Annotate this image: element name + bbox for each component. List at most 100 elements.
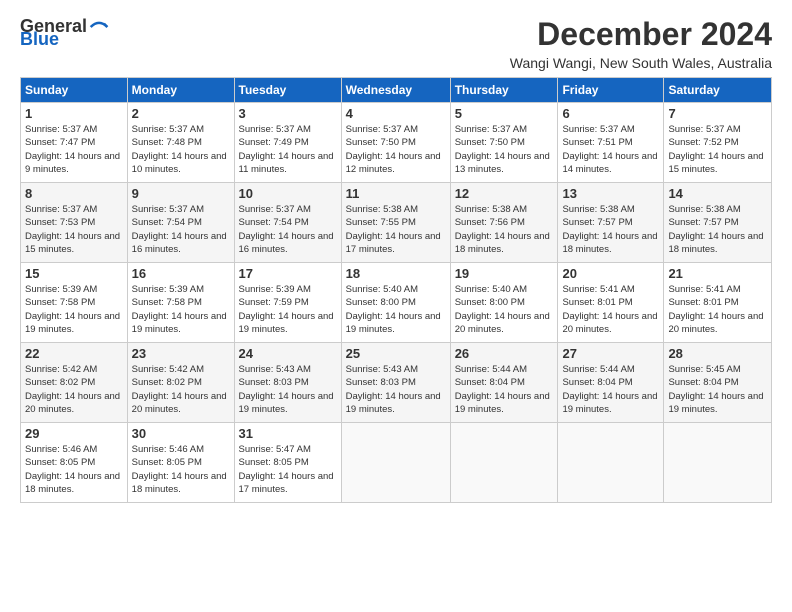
day-number: 8 xyxy=(25,186,123,201)
calendar-day-cell: 22Sunrise: 5:42 AMSunset: 8:02 PMDayligh… xyxy=(21,343,128,423)
day-number: 12 xyxy=(455,186,554,201)
day-info: Sunrise: 5:40 AMSunset: 8:00 PMDaylight:… xyxy=(346,283,446,336)
day-info: Sunrise: 5:39 AMSunset: 7:58 PMDaylight:… xyxy=(25,283,123,336)
day-number: 15 xyxy=(25,266,123,281)
day-info: Sunrise: 5:42 AMSunset: 8:02 PMDaylight:… xyxy=(132,363,230,416)
calendar-day-cell: 19 Sunrise: 5:40 AMSunset: 8:00 PMDayligh… xyxy=(450,263,558,343)
page: General Blue December 2024 Wangi Wangi, … xyxy=(0,0,792,612)
day-info: Sunrise: 5:37 AMSunset: 7:51 PMDaylight:… xyxy=(562,123,659,176)
day-number: 30 xyxy=(132,426,230,441)
day-info: Sunrise: 5:45 AMSunset: 8:04 PMDaylight:… xyxy=(668,363,767,416)
calendar-day-cell: 7 Sunrise: 5:37 AMSunset: 7:52 PMDaylight… xyxy=(664,103,772,183)
day-info: Sunrise: 5:41 AMSunset: 8:01 PMDaylight:… xyxy=(562,283,659,336)
calendar-day-cell: 28 Sunrise: 5:45 AMSunset: 8:04 PMDayligh… xyxy=(664,343,772,423)
calendar-day-cell: 8 Sunrise: 5:37 AMSunset: 7:53 PMDaylight… xyxy=(21,183,128,263)
calendar-day-cell xyxy=(558,423,664,503)
day-info: Sunrise: 5:43 AMSunset: 8:03 PMDaylight:… xyxy=(239,363,337,416)
day-info: Sunrise: 5:40 AMSunset: 8:00 PMDaylight:… xyxy=(455,283,554,336)
calendar-day-cell: 20 Sunrise: 5:41 AMSunset: 8:01 PMDayligh… xyxy=(558,263,664,343)
calendar-day-cell: 31 Sunrise: 5:47 AMSunset: 8:05 PMDayligh… xyxy=(234,423,341,503)
logo: General Blue xyxy=(20,16,109,50)
calendar-day-cell: 4Sunrise: 5:37 AMSunset: 7:50 PMDaylight… xyxy=(341,103,450,183)
calendar: Sunday Monday Tuesday Wednesday Thursday… xyxy=(20,77,772,503)
logo-icon xyxy=(89,17,109,37)
day-number: 23 xyxy=(132,346,230,361)
header-friday: Friday xyxy=(558,78,664,103)
day-info: Sunrise: 5:41 AMSunset: 8:01 PMDaylight:… xyxy=(668,283,767,336)
day-info: Sunrise: 5:38 AMSunset: 7:56 PMDaylight:… xyxy=(455,203,554,256)
day-number: 14 xyxy=(668,186,767,201)
day-info: Sunrise: 5:37 AMSunset: 7:49 PMDaylight:… xyxy=(239,123,337,176)
day-info: Sunrise: 5:37 AMSunset: 7:52 PMDaylight:… xyxy=(668,123,767,176)
day-number: 29 xyxy=(25,426,123,441)
calendar-day-cell: 21 Sunrise: 5:41 AMSunset: 8:01 PMDayligh… xyxy=(664,263,772,343)
day-number: 27 xyxy=(562,346,659,361)
day-number: 19 xyxy=(455,266,554,281)
calendar-day-cell: 27 Sunrise: 5:44 AMSunset: 8:04 PMDayligh… xyxy=(558,343,664,423)
header-sunday: Sunday xyxy=(21,78,128,103)
day-number: 5 xyxy=(455,106,554,121)
day-number: 13 xyxy=(562,186,659,201)
calendar-header-row: Sunday Monday Tuesday Wednesday Thursday… xyxy=(21,78,772,103)
day-info: Sunrise: 5:38 AMSunset: 7:55 PMDaylight:… xyxy=(346,203,446,256)
location-title: Wangi Wangi, New South Wales, Australia xyxy=(510,55,772,71)
day-info: Sunrise: 5:44 AMSunset: 8:04 PMDaylight:… xyxy=(455,363,554,416)
day-number: 17 xyxy=(239,266,337,281)
day-number: 18 xyxy=(346,266,446,281)
header-wednesday: Wednesday xyxy=(341,78,450,103)
calendar-day-cell: 11 Sunrise: 5:38 AMSunset: 7:55 PMDayligh… xyxy=(341,183,450,263)
header: General Blue December 2024 Wangi Wangi, … xyxy=(20,16,772,71)
calendar-day-cell: 13 Sunrise: 5:38 AMSunset: 7:57 PMDayligh… xyxy=(558,183,664,263)
day-number: 28 xyxy=(668,346,767,361)
header-tuesday: Tuesday xyxy=(234,78,341,103)
calendar-day-cell: 30 Sunrise: 5:46 AMSunset: 8:05 PMDayligh… xyxy=(127,423,234,503)
calendar-day-cell: 10 Sunrise: 5:37 AMSunset: 7:54 PMDayligh… xyxy=(234,183,341,263)
day-info: Sunrise: 5:37 AMSunset: 7:54 PMDaylight:… xyxy=(239,203,337,256)
calendar-day-cell: 3 Sunrise: 5:37 AMSunset: 7:49 PMDaylight… xyxy=(234,103,341,183)
calendar-body: 1 Sunrise: 5:37 AMSunset: 7:47 PMDaylight… xyxy=(21,103,772,503)
calendar-week-row: 1 Sunrise: 5:37 AMSunset: 7:47 PMDaylight… xyxy=(21,103,772,183)
logo-blue: Blue xyxy=(20,29,59,50)
day-number: 25 xyxy=(346,346,446,361)
calendar-day-cell: 2 Sunrise: 5:37 AMSunset: 7:48 PMDaylight… xyxy=(127,103,234,183)
calendar-day-cell: 25 Sunrise: 5:43 AMSunset: 8:03 PMDayligh… xyxy=(341,343,450,423)
day-info: Sunrise: 5:39 AMSunset: 7:58 PMDaylight:… xyxy=(132,283,230,336)
day-info: Sunrise: 5:44 AMSunset: 8:04 PMDaylight:… xyxy=(562,363,659,416)
calendar-day-cell: 1 Sunrise: 5:37 AMSunset: 7:47 PMDaylight… xyxy=(21,103,128,183)
day-number: 1 xyxy=(25,106,123,121)
day-info: Sunrise: 5:42 AMSunset: 8:02 PMDaylight:… xyxy=(25,363,123,416)
day-number: 24 xyxy=(239,346,337,361)
calendar-week-row: 22Sunrise: 5:42 AMSunset: 8:02 PMDayligh… xyxy=(21,343,772,423)
day-info: Sunrise: 5:47 AMSunset: 8:05 PMDaylight:… xyxy=(239,443,337,496)
day-info: Sunrise: 5:37 AMSunset: 7:54 PMDaylight:… xyxy=(132,203,230,256)
calendar-day-cell: 18 Sunrise: 5:40 AMSunset: 8:00 PMDayligh… xyxy=(341,263,450,343)
day-info: Sunrise: 5:46 AMSunset: 8:05 PMDaylight:… xyxy=(132,443,230,496)
calendar-day-cell: 12 Sunrise: 5:38 AMSunset: 7:56 PMDayligh… xyxy=(450,183,558,263)
calendar-day-cell: 23 Sunrise: 5:42 AMSunset: 8:02 PMDayligh… xyxy=(127,343,234,423)
day-number: 21 xyxy=(668,266,767,281)
calendar-day-cell xyxy=(341,423,450,503)
calendar-day-cell: 5 Sunrise: 5:37 AMSunset: 7:50 PMDaylight… xyxy=(450,103,558,183)
day-info: Sunrise: 5:37 AMSunset: 7:53 PMDaylight:… xyxy=(25,203,123,256)
calendar-day-cell: 24 Sunrise: 5:43 AMSunset: 8:03 PMDayligh… xyxy=(234,343,341,423)
day-number: 11 xyxy=(346,186,446,201)
day-info: Sunrise: 5:37 AMSunset: 7:48 PMDaylight:… xyxy=(132,123,230,176)
day-number: 31 xyxy=(239,426,337,441)
day-info: Sunrise: 5:37 AMSunset: 7:50 PMDaylight:… xyxy=(455,123,554,176)
day-info: Sunrise: 5:39 AMSunset: 7:59 PMDaylight:… xyxy=(239,283,337,336)
day-number: 16 xyxy=(132,266,230,281)
day-number: 26 xyxy=(455,346,554,361)
day-number: 10 xyxy=(239,186,337,201)
day-info: Sunrise: 5:43 AMSunset: 8:03 PMDaylight:… xyxy=(346,363,446,416)
day-number: 20 xyxy=(562,266,659,281)
day-number: 2 xyxy=(132,106,230,121)
day-info: Sunrise: 5:38 AMSunset: 7:57 PMDaylight:… xyxy=(562,203,659,256)
day-info: Sunrise: 5:38 AMSunset: 7:57 PMDaylight:… xyxy=(668,203,767,256)
day-info: Sunrise: 5:37 AMSunset: 7:47 PMDaylight:… xyxy=(25,123,123,176)
day-number: 3 xyxy=(239,106,337,121)
day-info: Sunrise: 5:46 AMSunset: 8:05 PMDaylight:… xyxy=(25,443,123,496)
calendar-day-cell: 6Sunrise: 5:37 AMSunset: 7:51 PMDaylight… xyxy=(558,103,664,183)
header-saturday: Saturday xyxy=(664,78,772,103)
calendar-day-cell: 15 Sunrise: 5:39 AMSunset: 7:58 PMDayligh… xyxy=(21,263,128,343)
day-number: 7 xyxy=(668,106,767,121)
